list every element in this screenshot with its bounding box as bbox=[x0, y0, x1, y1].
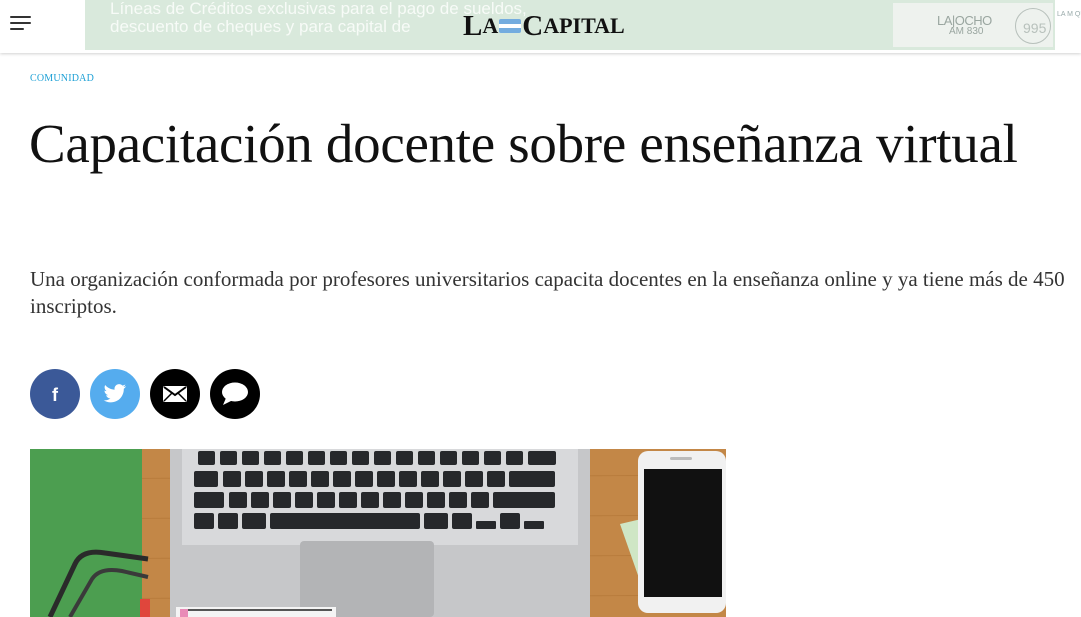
top-bar: Líneas de Créditos exclusivas para el pa… bbox=[0, 0, 1081, 53]
svg-text:f: f bbox=[52, 385, 59, 404]
email-share-button[interactable] bbox=[150, 369, 200, 419]
logo-prefix-tail: A bbox=[482, 13, 499, 38]
comment-button[interactable] bbox=[210, 369, 260, 419]
article-main-image[interactable] bbox=[30, 449, 726, 617]
twitter-icon bbox=[103, 384, 127, 403]
ad-radio-frequency: AM 830 bbox=[949, 26, 984, 37]
comment-icon bbox=[222, 382, 248, 405]
facebook-share-button[interactable]: f bbox=[30, 369, 80, 419]
ad-radio-promo: LA|OCHO AM 830 995 bbox=[893, 3, 1053, 47]
hamburger-icon[interactable] bbox=[8, 12, 34, 36]
twitter-share-button[interactable] bbox=[90, 369, 140, 419]
section-link[interactable]: COMUNIDAD bbox=[30, 70, 94, 86]
laptop-phone-photo bbox=[30, 449, 726, 617]
mail-icon bbox=[163, 386, 187, 402]
article-summary: Una organización conformada por profesor… bbox=[30, 267, 1065, 318]
article-title: Capacitación docente sobre enseñanza vir… bbox=[29, 113, 1018, 174]
argentina-flag-icon bbox=[499, 19, 522, 33]
site-logo[interactable]: LA C APITAL bbox=[463, 6, 625, 46]
ad-radio-995: 995 bbox=[1023, 20, 1047, 36]
ad-tail-text: LA M QUE ESCU bbox=[1057, 11, 1081, 18]
facebook-icon: f bbox=[52, 385, 59, 404]
